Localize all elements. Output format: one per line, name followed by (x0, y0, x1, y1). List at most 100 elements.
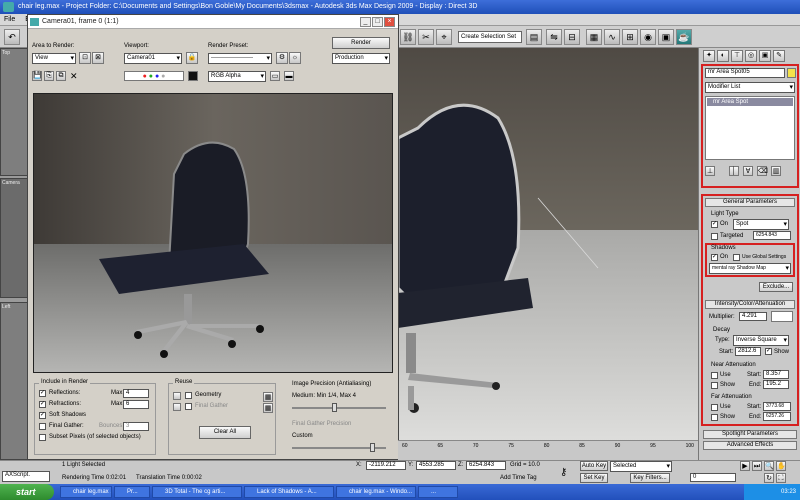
menu-file[interactable]: File (0, 14, 19, 26)
decay-start-spinner[interactable]: 2812.6 (735, 347, 761, 356)
refractions-checkbox[interactable]: ✓ (39, 401, 46, 408)
display-tab-icon[interactable]: ▣ (759, 50, 771, 62)
near-start-spinner[interactable]: 8.357 (763, 370, 789, 379)
mirror-icon[interactable]: ⇋ (546, 29, 562, 45)
minimize-icon[interactable]: _ (360, 17, 371, 27)
zoom-icon[interactable]: 🔍 (764, 461, 774, 471)
geometry-checkbox[interactable] (185, 392, 192, 399)
red-channel-icon[interactable]: ● (143, 73, 147, 80)
rendered-image[interactable] (33, 93, 393, 373)
object-name-field[interactable]: mr Area Spot05 (705, 68, 785, 78)
reflections-max-spinner[interactable]: 4 (123, 389, 149, 398)
undo-icon[interactable]: ↶ (4, 29, 20, 45)
far-use-checkbox[interactable] (711, 404, 718, 411)
near-use-checkbox[interactable] (711, 372, 718, 379)
taskbar-item[interactable]: Pr... (114, 486, 150, 498)
area-to-render-select[interactable]: View (32, 53, 76, 64)
clone-frame-icon[interactable]: ⧉ (56, 71, 66, 81)
shadow-type-select[interactable]: mental ray Shadow Map (709, 263, 791, 274)
production-select[interactable]: Production (332, 53, 390, 64)
far-end-spinner[interactable]: 6257.26 (763, 412, 791, 421)
bind-icon[interactable]: ⌖ (436, 29, 452, 45)
final-gather-cache-icon[interactable]: ▦ (263, 403, 273, 413)
hierarchy-tab-icon[interactable]: ⊤ (731, 50, 743, 62)
taskbar-item[interactable]: chair leg.max ... (60, 486, 112, 498)
named-selection-icon[interactable]: ▤ (526, 29, 542, 45)
close-icon[interactable]: × (384, 17, 395, 27)
light-type-select[interactable]: Spot (733, 219, 789, 230)
unlink-icon[interactable]: ✂ (418, 29, 434, 45)
key-selection-select[interactable]: Selected (610, 461, 672, 472)
final-gather-checkbox[interactable] (39, 423, 46, 430)
camera-viewport[interactable]: Camera (0, 178, 28, 298)
green-channel-icon[interactable]: ● (149, 73, 153, 80)
taskbar-item[interactable]: Lack of Shadows - A... (244, 486, 334, 498)
bounces-spinner[interactable]: 3 (123, 422, 149, 431)
image-precision-slider-knob[interactable] (332, 403, 337, 412)
key-filters-button[interactable]: Key Filters... (630, 473, 670, 483)
light-on-checkbox[interactable]: ✓ (711, 221, 718, 228)
far-show-checkbox[interactable] (711, 414, 718, 421)
copy-image-icon[interactable]: ⎘ (44, 71, 54, 81)
targeted-checkbox[interactable] (711, 233, 718, 240)
environment-icon[interactable]: ☼ (289, 52, 301, 64)
soft-shadows-checkbox[interactable]: ✓ (39, 412, 46, 419)
material-editor-icon[interactable]: ◉ (640, 29, 656, 45)
final-gather-slider-knob[interactable] (370, 443, 375, 452)
pan-icon[interactable]: ✋ (776, 461, 786, 471)
alpha-channel-icon[interactable]: ● (161, 73, 165, 80)
schematic-view-icon[interactable]: ⊞ (622, 29, 638, 45)
create-tab-icon[interactable]: ✦ (703, 50, 715, 62)
targeted-distance[interactable]: 6254.843 (753, 231, 791, 240)
maximize-viewport-icon[interactable]: ⛶ (776, 473, 786, 483)
general-parameters-rollout[interactable]: General Parameters (705, 198, 795, 207)
exclude-button[interactable]: Exclude... (759, 282, 793, 292)
render-button[interactable]: Render (332, 37, 390, 49)
near-show-checkbox[interactable] (711, 382, 718, 389)
render-preset-select[interactable]: --------------------- (208, 53, 272, 64)
object-color-swatch[interactable] (787, 68, 796, 78)
z-coordinate[interactable]: 6254.843 (466, 461, 506, 470)
align-icon[interactable]: ⊟ (564, 29, 580, 45)
color-swatch-icon[interactable]: ▬ (284, 71, 294, 81)
add-time-tag[interactable]: Add Time Tag (500, 475, 537, 481)
use-global-settings-checkbox[interactable] (733, 254, 740, 261)
orbit-icon[interactable]: ↻ (764, 473, 774, 483)
intensity-rollout[interactable]: Intensity/Color/Attenuation (705, 300, 795, 309)
render-icon[interactable]: ☕ (676, 29, 692, 45)
next-frame-icon[interactable]: ⏭ (752, 461, 762, 471)
reuse-final-gather-checkbox[interactable] (185, 403, 192, 410)
configure-sets-icon[interactable]: ▥ (771, 166, 781, 176)
decay-type-select[interactable]: Inverse Square (733, 335, 789, 346)
spotlight-parameters-rollout[interactable]: Spotlight Parameters (703, 430, 797, 439)
modify-tab-icon[interactable]: ◐ (717, 50, 729, 62)
current-frame-field[interactable]: 0 (690, 473, 736, 482)
stack-item-mr-area-spot[interactable]: mr Area Spot (707, 98, 793, 106)
play-icon[interactable]: ▶ (740, 461, 750, 471)
subset-pixels-checkbox[interactable] (39, 434, 46, 441)
viewport-chair[interactable] (398, 48, 698, 440)
render-setup-icon[interactable]: ▣ (658, 29, 674, 45)
final-gather-lock-icon[interactable] (173, 403, 181, 411)
image-precision-slider-track[interactable] (292, 407, 386, 409)
top-viewport[interactable]: Top (0, 48, 28, 176)
start-button[interactable]: start (0, 484, 54, 500)
edit-region-icon[interactable]: ⊡ (79, 52, 91, 64)
lock-viewport-icon[interactable]: 🔒 (186, 52, 198, 64)
set-key-button[interactable]: Set Key (580, 473, 608, 483)
render-setup-icon[interactable]: ⚙ (276, 52, 288, 64)
near-end-spinner[interactable]: 195.2 (763, 380, 789, 389)
geometry-lock-icon[interactable] (173, 392, 181, 400)
auto-region-icon[interactable]: ⊠ (92, 52, 104, 64)
advanced-effects-rollout[interactable]: Advanced Effects (703, 441, 797, 450)
clear-all-button[interactable]: Clear All (199, 426, 251, 439)
curve-editor-icon[interactable]: ∿ (604, 29, 620, 45)
left-viewport[interactable]: Left (0, 302, 28, 460)
taskbar-item[interactable]: ... (418, 486, 458, 498)
channel-select[interactable]: RGB Alpha (208, 71, 266, 82)
viewport-select[interactable]: Camera01 (124, 53, 182, 64)
select-link-icon[interactable]: ⛓ (400, 29, 416, 45)
timeline[interactable]: 60 65 70 75 80 85 90 95 100 (398, 440, 698, 460)
auto-key-button[interactable]: Auto Key (580, 461, 608, 471)
remove-modifier-icon[interactable]: ⌫ (757, 166, 768, 176)
